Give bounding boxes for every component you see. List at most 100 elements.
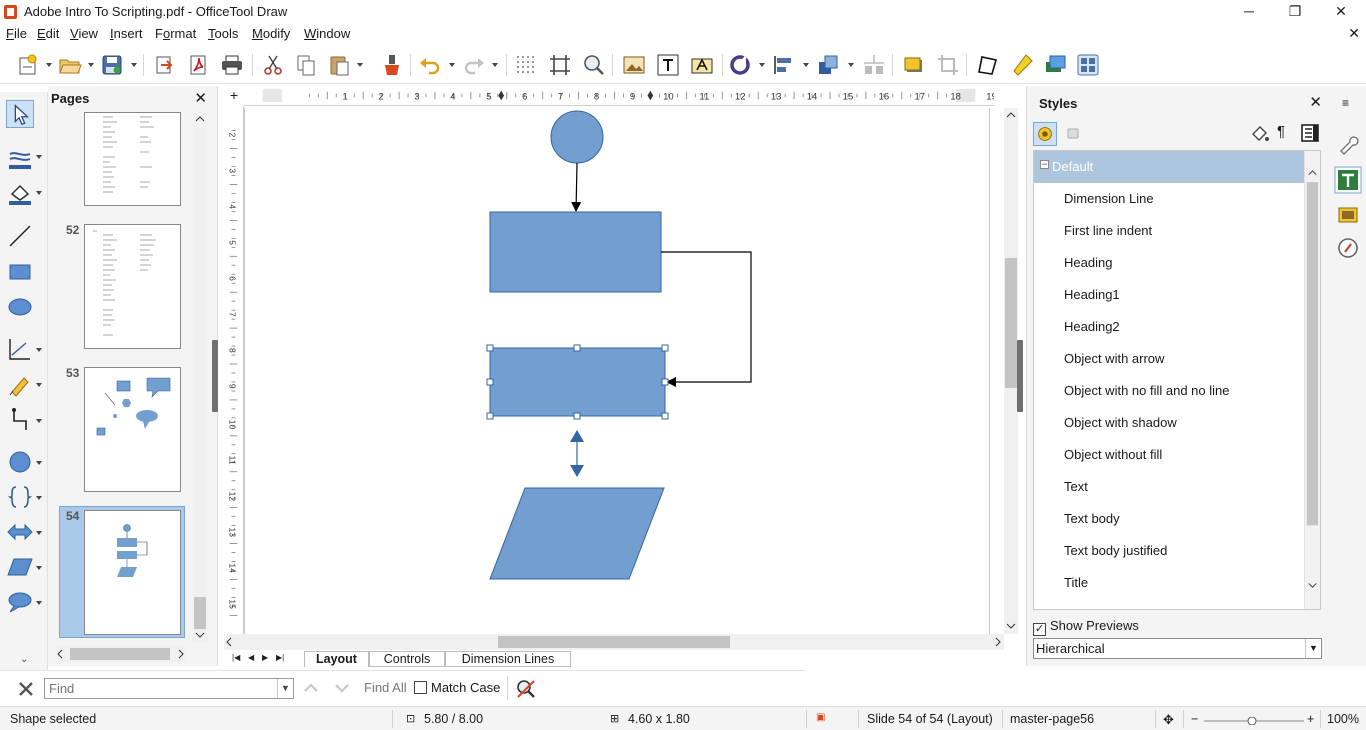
style-item[interactable]: Object with arrow <box>1064 351 1164 366</box>
style-item[interactable]: Object with no fill and no line <box>1064 383 1229 398</box>
line-color-icon[interactable] <box>6 144 34 172</box>
style-group-default[interactable]: − Default <box>1034 151 1306 183</box>
more-tools-icon[interactable]: ⌄ <box>20 654 28 665</box>
canvas-vertical-scrollbar[interactable] <box>1004 108 1018 634</box>
ellipse-icon[interactable] <box>6 293 34 321</box>
align-icon[interactable] <box>772 53 796 77</box>
chevron-down-icon[interactable]: ▼ <box>1305 639 1321 658</box>
redo-icon[interactable] <box>462 53 486 77</box>
start-circle-shape[interactable] <box>550 110 604 164</box>
style-item[interactable]: Dimension Line <box>1064 191 1154 206</box>
canvas-horizontal-scrollbar[interactable] <box>224 634 1004 650</box>
glue-points-icon[interactable] <box>1010 53 1034 77</box>
print-icon[interactable] <box>220 53 244 77</box>
parallelogram-shape[interactable] <box>489 487 665 580</box>
styles-panel-splitter[interactable] <box>1017 340 1023 412</box>
chevron-down-icon[interactable]: ▼ <box>277 679 293 698</box>
image-icon[interactable] <box>622 53 646 77</box>
connector-icon[interactable] <box>6 406 34 434</box>
process-rectangle-shape[interactable] <box>489 211 662 293</box>
page-thumbnail[interactable] <box>84 224 181 349</box>
style-item[interactable]: Text <box>1064 479 1088 494</box>
close-find-toolbar-icon[interactable] <box>16 679 36 699</box>
zoom-level[interactable]: 100% <box>1327 712 1359 726</box>
pages-horizontal-scrollbar[interactable] <box>56 646 186 662</box>
menu-insert[interactable]: Insert <box>110 26 143 41</box>
insert-3d-icon[interactable] <box>1043 53 1067 77</box>
cut-icon[interactable] <box>261 53 285 77</box>
sidebar-menu-icon[interactable]: ≡ <box>1342 96 1349 110</box>
styles-close-button[interactable]: ✕ <box>1309 93 1322 111</box>
save-icon[interactable] <box>100 53 124 77</box>
menu-modify[interactable]: Modify <box>252 26 290 41</box>
open-icon[interactable] <box>58 53 82 77</box>
close-document-button[interactable]: ✕ <box>1348 25 1360 42</box>
fontwork-icon[interactable] <box>690 53 714 77</box>
selected-rectangle-shape[interactable] <box>489 347 666 417</box>
checkbox-checked-icon[interactable]: ✓ <box>1033 623 1046 636</box>
menu-view[interactable]: View <box>70 26 98 41</box>
page-thumbnail[interactable] <box>84 367 181 492</box>
undo-icon[interactable] <box>418 53 442 77</box>
menu-window[interactable]: Window <box>304 26 350 41</box>
lines-arrows-icon[interactable] <box>6 335 34 363</box>
style-item[interactable]: First line indent <box>1064 223 1152 238</box>
vertical-ruler[interactable]: 2 3 4 5 6 7 8 9 10 11 12 13 14 15 <box>224 106 244 634</box>
shadow-icon[interactable] <box>902 53 926 77</box>
style-filter-select[interactable]: Hierarchical ▼ <box>1033 638 1322 659</box>
arrange-icon[interactable] <box>816 53 840 77</box>
find-all-button[interactable]: Find All <box>364 680 407 695</box>
checkbox-unchecked-icon[interactable] <box>414 681 427 694</box>
grid-icon[interactable] <box>514 53 538 77</box>
show-previews-checkbox[interactable]: ✓ Show Previews <box>1033 618 1139 636</box>
export-icon[interactable] <box>152 53 176 77</box>
tab-controls[interactable]: Controls <box>369 651 445 667</box>
menu-edit[interactable]: Edit <box>37 26 59 41</box>
pages-close-button[interactable]: ✕ <box>194 89 207 107</box>
style-item[interactable]: Text body justified <box>1064 543 1167 558</box>
first-tab-icon[interactable]: |◀ <box>232 653 240 662</box>
symbol-shapes-icon[interactable] <box>6 483 34 511</box>
last-tab-icon[interactable]: ▶| <box>276 653 284 662</box>
zoom-pan-icon[interactable] <box>582 53 606 77</box>
document-modified-icon[interactable]: ▣ <box>816 712 825 723</box>
select-all-icon[interactable] <box>1076 53 1100 77</box>
style-item[interactable]: Heading2 <box>1064 319 1120 334</box>
maximize-button[interactable]: ❐ <box>1272 0 1318 24</box>
rectangle-icon[interactable] <box>6 258 34 286</box>
menu-format[interactable]: Format <box>155 26 196 41</box>
clone-formatting-icon[interactable] <box>380 53 404 77</box>
find-replace-icon[interactable] <box>514 677 538 701</box>
gallery-icon[interactable] <box>1336 202 1360 226</box>
zoom-slider[interactable] <box>1204 717 1304 725</box>
distribute-icon[interactable] <box>862 53 886 77</box>
new-icon[interactable] <box>16 53 40 77</box>
style-item[interactable]: Heading1 <box>1064 287 1120 302</box>
style-actions-icon[interactable] <box>1299 122 1321 144</box>
collapse-icon[interactable]: − <box>1040 160 1049 169</box>
find-previous-icon[interactable] <box>302 679 320 697</box>
line-icon[interactable] <box>6 222 34 250</box>
style-item[interactable]: Heading <box>1064 255 1112 270</box>
tab-layout[interactable]: Layout <box>304 651 369 667</box>
match-case-checkbox[interactable]: Match Case <box>414 680 500 695</box>
basic-shapes-icon[interactable] <box>6 448 34 476</box>
helplines-icon[interactable] <box>548 53 572 77</box>
fit-page-icon[interactable]: ✥ <box>1163 712 1174 728</box>
find-next-icon[interactable] <box>333 679 351 697</box>
prev-tab-icon[interactable]: ◀ <box>248 653 254 662</box>
fill-format-mode-icon[interactable] <box>1249 122 1271 144</box>
menu-tools[interactable]: Tools <box>208 26 238 41</box>
export-pdf-icon[interactable] <box>186 53 210 77</box>
find-input[interactable]: Find ▼ <box>44 678 294 699</box>
pages-panel-splitter[interactable] <box>212 340 218 412</box>
block-arrows-icon[interactable] <box>6 518 34 546</box>
points-icon[interactable] <box>976 53 1000 77</box>
drawing-page[interactable] <box>244 108 990 634</box>
style-item[interactable]: Object with shadow <box>1064 415 1177 430</box>
close-window-button[interactable]: ✕ <box>1318 0 1364 24</box>
flowchart-icon[interactable] <box>6 553 34 581</box>
crop-icon[interactable] <box>936 53 960 77</box>
minimize-button[interactable]: ─ <box>1226 0 1272 24</box>
rotate-icon[interactable] <box>728 53 752 77</box>
